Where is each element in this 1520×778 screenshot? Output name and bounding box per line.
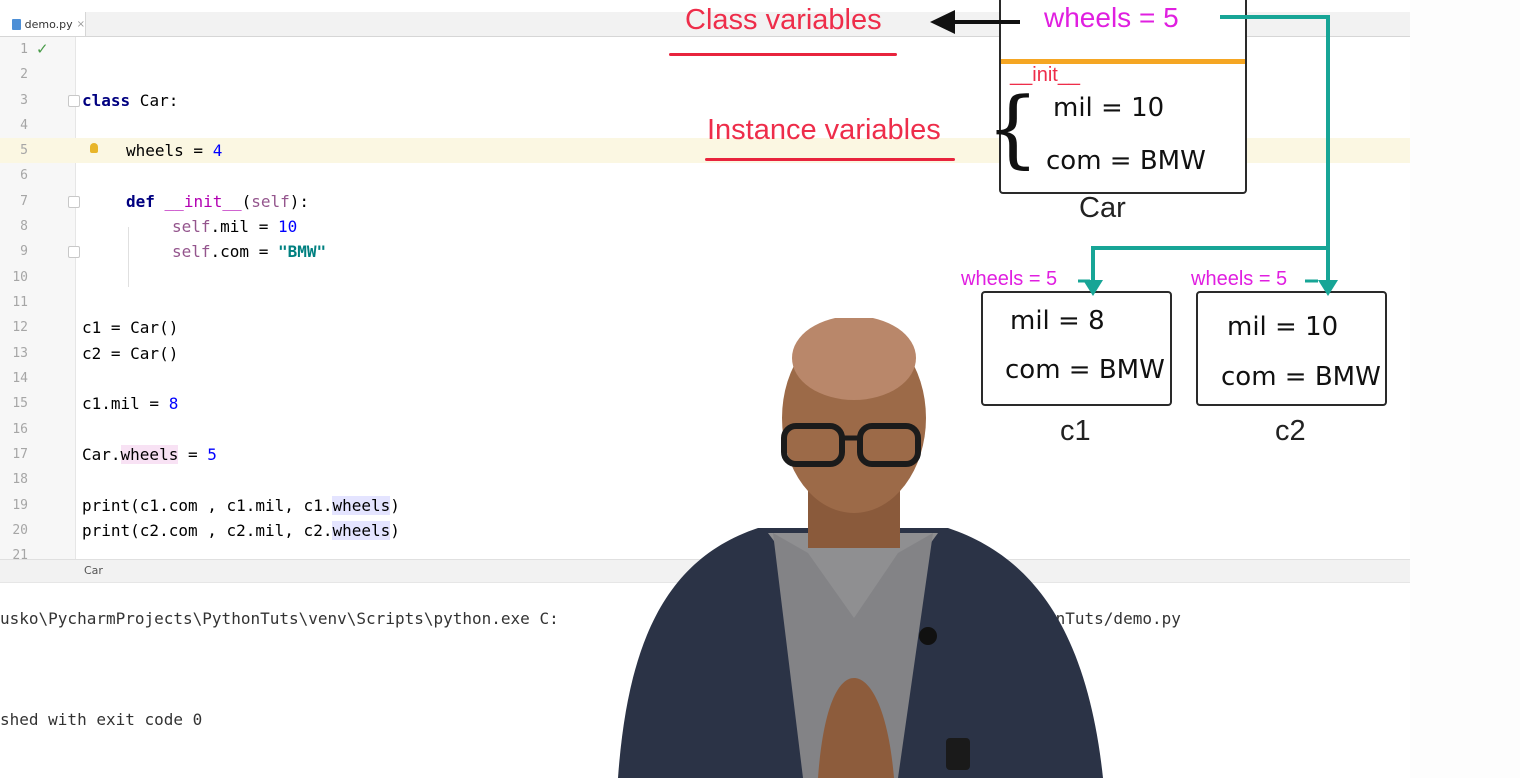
arrowhead-c2-icon — [1318, 280, 1338, 296]
presenter-video-overlay — [618, 318, 1103, 778]
wheels-inheritance-arrows — [1091, 15, 1330, 282]
class-variables-arrow-icon — [930, 10, 1020, 34]
